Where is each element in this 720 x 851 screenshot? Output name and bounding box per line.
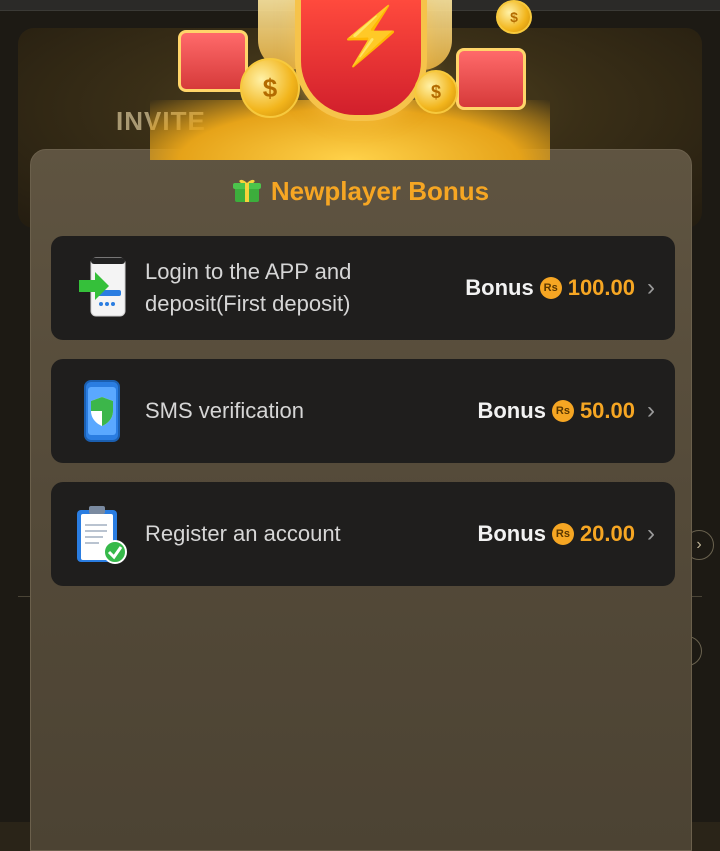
bonus-label: Bonus (477, 398, 546, 423)
bonus-reward: Bonus Rs 20.00 › (477, 520, 655, 548)
newplayer-bonus-modal: Newplayer Bonus Login to the APP and dep… (30, 149, 692, 851)
bonus-amount: 100.00 (567, 275, 635, 300)
bonus-label: Bonus (477, 521, 546, 546)
rupee-coin-icon: Rs (539, 277, 562, 299)
bonus-reward: Bonus Rs 50.00 › (477, 397, 655, 425)
clipboard-check-icon (73, 502, 133, 566)
task-label: SMS verification (145, 398, 304, 423)
modal-title: Newplayer Bonus (31, 176, 691, 210)
top-bar (0, 0, 720, 11)
bonus-label: Bonus (465, 275, 534, 300)
phone-login-icon (73, 256, 133, 320)
rupee-coin-icon: Rs (551, 400, 574, 422)
gift-icon (232, 177, 261, 210)
task-sms-verification[interactable]: SMS verification Bonus Rs 50.00 › (51, 359, 675, 463)
chevron-right-icon: › (647, 274, 655, 301)
phone-shield-icon (73, 379, 133, 443)
bonus-reward: Bonus Rs 100.00 › (465, 274, 655, 302)
task-label: Login to the APP and deposit(First depos… (145, 259, 352, 316)
task-label: Register an account (145, 521, 341, 546)
rupee-coin-icon: Rs (551, 523, 574, 545)
modal-title-text: Newplayer Bonus (270, 176, 490, 206)
bonus-amount: 20.00 (579, 521, 635, 546)
task-register-account[interactable]: Register an account Bonus Rs 20.00 › (51, 482, 675, 586)
chevron-right-icon: › (647, 397, 655, 424)
banner-text: INVITE (116, 106, 206, 136)
bonus-amount: 50.00 (579, 398, 635, 423)
task-first-deposit[interactable]: Login to the APP and deposit(First depos… (51, 236, 675, 340)
chevron-right-icon: › (647, 520, 655, 547)
